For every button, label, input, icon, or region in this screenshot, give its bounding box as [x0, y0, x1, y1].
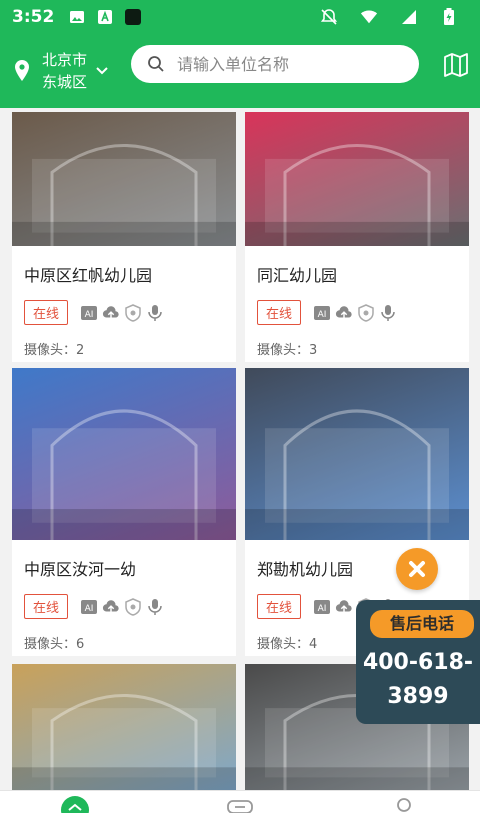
- service-phone-number: 400-618- 3899: [356, 646, 480, 714]
- search-icon: [148, 56, 164, 72]
- mute-icon: [320, 8, 338, 26]
- image-icon: [68, 8, 86, 26]
- svg-text:AI: AI: [318, 310, 327, 320]
- kindergarten-name: 中原区汝河一幼: [24, 560, 137, 579]
- kindergarten-name: 同汇幼儿园: [257, 266, 338, 285]
- cloud-upload-icon: [102, 598, 120, 616]
- kindergarten-card[interactable]: 中原区汝河一幼 在线 AI 摄像头：6: [12, 368, 236, 656]
- service-phone-line2: 3899: [387, 684, 449, 709]
- search-bar[interactable]: [131, 45, 419, 83]
- status-bar: 3:52: [0, 0, 480, 34]
- chevron-down-icon: [96, 67, 108, 75]
- camera-count: 摄像头：6: [24, 637, 85, 652]
- kindergarten-photo: [12, 664, 236, 790]
- camera-count: 摄像头：2: [24, 343, 85, 358]
- online-badge: 在线: [24, 594, 69, 619]
- battery-icon: [440, 8, 458, 26]
- location-district: 东城区: [42, 73, 88, 91]
- online-badge: 在线: [257, 594, 302, 619]
- online-badge: 在线: [24, 300, 69, 325]
- kindergarten-card[interactable]: 中原区红帆幼儿园 在线 AI 摄像头：2: [12, 112, 236, 362]
- kindergarten-photo: [245, 368, 469, 540]
- wifi-icon: [360, 8, 378, 26]
- nav-home-icon[interactable]: [60, 795, 90, 813]
- nav-camera-icon[interactable]: [226, 799, 254, 813]
- security-camera-icon: [124, 303, 142, 322]
- service-phone-line1: 400-618-: [362, 650, 474, 675]
- kindergarten-photo: [245, 112, 469, 246]
- cloud-upload-icon: [335, 598, 353, 616]
- nav-profile-icon[interactable]: [392, 797, 416, 813]
- ai-icon: AI: [313, 304, 331, 322]
- ai-icon: AI: [80, 598, 98, 616]
- search-input[interactable]: [177, 54, 397, 74]
- location-selector[interactable]: 北京市 东城区: [12, 49, 109, 93]
- location-pin-icon: [15, 60, 29, 81]
- camera-count: 摄像头：3: [257, 343, 318, 358]
- top-header: 北京市 东城区: [0, 34, 480, 108]
- bottom-nav: [0, 790, 480, 813]
- microphone-icon: [379, 304, 397, 322]
- location-city: 北京市: [42, 51, 88, 69]
- security-camera-icon: [124, 597, 142, 616]
- microphone-icon: [146, 304, 164, 322]
- ai-icon: AI: [80, 304, 98, 322]
- app-square-icon: [124, 8, 142, 26]
- svg-text:AI: AI: [85, 604, 94, 614]
- security-camera-icon: [357, 303, 375, 322]
- status-time: 3:52: [12, 7, 55, 27]
- online-badge: 在线: [257, 300, 302, 325]
- kindergarten-name: 中原区红帆幼儿园: [24, 266, 153, 285]
- app-a-icon: [96, 8, 114, 26]
- cloud-upload-icon: [335, 304, 353, 322]
- map-icon[interactable]: [443, 52, 469, 78]
- service-phone-panel[interactable]: 售后电话 400-618- 3899: [356, 600, 480, 724]
- signal-icon: [400, 8, 418, 26]
- close-icon: [409, 561, 425, 577]
- svg-text:AI: AI: [85, 310, 94, 320]
- close-button[interactable]: [396, 548, 438, 590]
- kindergarten-card-partial[interactable]: [12, 664, 236, 790]
- cloud-upload-icon: [102, 304, 120, 322]
- kindergarten-photo: [12, 112, 236, 246]
- kindergarten-card[interactable]: 同汇幼儿园 在线 AI 摄像头：3: [245, 112, 469, 362]
- microphone-icon: [146, 598, 164, 616]
- ai-icon: AI: [313, 598, 331, 616]
- kindergarten-photo: [12, 368, 236, 540]
- service-phone-title: 售后电话: [370, 610, 474, 638]
- svg-text:AI: AI: [318, 604, 327, 614]
